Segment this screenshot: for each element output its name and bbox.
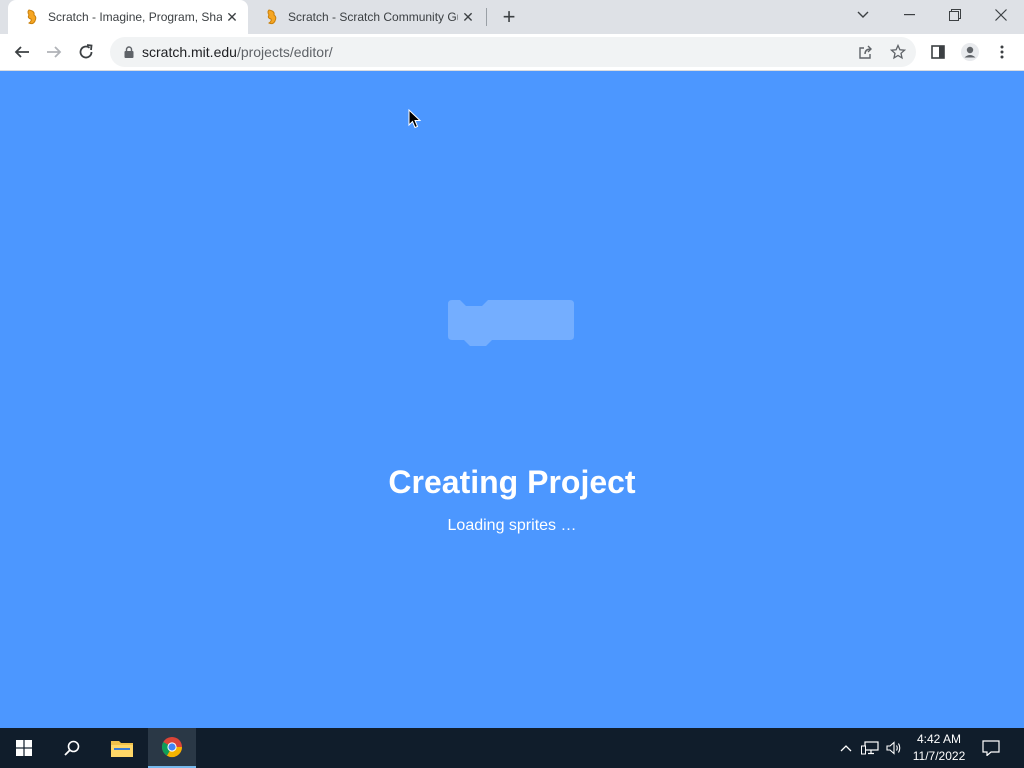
scratch-cat-icon — [24, 9, 40, 25]
notification-icon[interactable] — [981, 738, 1001, 758]
address-bar[interactable]: scratch.mit.edu/projects/editor/ — [110, 37, 916, 67]
network-icon[interactable] — [860, 738, 880, 758]
share-icon[interactable] — [856, 42, 876, 62]
tab-search-chevron-icon[interactable] — [840, 0, 886, 30]
url-text[interactable]: scratch.mit.edu/projects/editor/ — [142, 44, 333, 60]
browser-toolbar: scratch.mit.edu/projects/editor/ — [0, 34, 1024, 71]
tab-scratch-home[interactable]: Scratch - Imagine, Program, Share ✕ — [8, 0, 248, 34]
close-tab-icon[interactable]: ✕ — [458, 7, 478, 27]
new-tab-button[interactable]: + — [498, 4, 520, 29]
profile-avatar-icon[interactable] — [956, 38, 984, 66]
tab-title: Scratch - Scratch Community Guidelines — [288, 10, 458, 24]
url-host: scratch.mit.edu — [142, 44, 237, 60]
clock-date: 11/7/2022 — [912, 749, 966, 763]
tab-community-guidelines[interactable]: Scratch - Scratch Community Guidelines ✕ — [248, 0, 484, 34]
mouse-pointer-icon — [408, 108, 422, 134]
tab-title: Scratch - Imagine, Program, Share — [48, 10, 222, 24]
kebab-menu-icon[interactable] — [988, 38, 1016, 66]
loader-screen: Creating Project Loading sprites … — [0, 71, 1024, 728]
volume-icon[interactable] — [884, 738, 904, 758]
url-path: /projects/editor/ — [236, 44, 333, 60]
scratch-cat-icon — [264, 9, 280, 25]
file-explorer-icon[interactable] — [98, 728, 146, 768]
chevron-up-icon[interactable] — [836, 738, 856, 758]
loading-block-icon — [448, 300, 574, 348]
lock-icon[interactable] — [122, 45, 136, 59]
restore-button[interactable] — [932, 0, 978, 30]
reload-icon[interactable] — [72, 38, 100, 66]
close-tab-icon[interactable]: ✕ — [222, 7, 242, 27]
bookmark-star-icon[interactable] — [888, 42, 908, 62]
windows-start-icon[interactable] — [0, 728, 48, 768]
taskbar-clock[interactable]: 4:42 AM 11/7/2022 — [906, 731, 972, 765]
back-arrow-icon[interactable] — [8, 38, 36, 66]
close-window-button[interactable] — [978, 0, 1024, 30]
clock-time: 4:42 AM — [916, 732, 962, 746]
loading-message: Loading sprites … — [447, 517, 577, 534]
chrome-icon[interactable] — [148, 728, 196, 768]
loading-title: Creating Project — [388, 464, 636, 500]
forward-arrow-icon[interactable] — [40, 38, 68, 66]
tab-separator — [486, 8, 487, 26]
minimize-button[interactable] — [886, 0, 932, 30]
side-panel-icon[interactable] — [924, 38, 952, 66]
windows-taskbar: 4:42 AM 11/7/2022 — [0, 728, 1024, 768]
tab-strip: Scratch - Imagine, Program, Share ✕ Scra… — [0, 0, 1024, 34]
search-icon[interactable] — [48, 728, 96, 768]
